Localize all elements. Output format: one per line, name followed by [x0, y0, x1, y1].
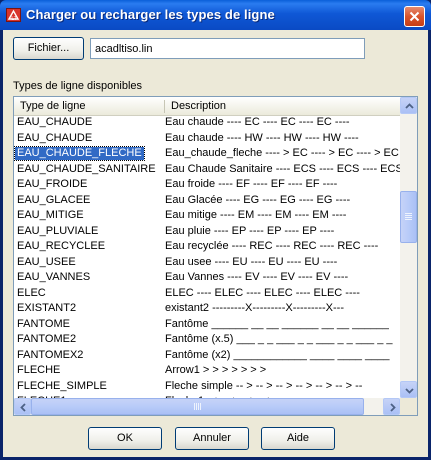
linetype-name: FANTOME	[17, 317, 70, 330]
vertical-scrollbar[interactable]	[400, 97, 417, 398]
linetype-name: EXISTANT2	[17, 302, 77, 314]
scroll-corner	[400, 398, 417, 415]
vertical-scroll-thumb[interactable]	[400, 191, 417, 243]
list-row[interactable]: ELEC ELEC ---- ELEC ---- ELEC ---- ELEC -…	[14, 286, 400, 302]
list-row[interactable]: EAU_FROIDE Eau froide ---- EF ---- EF ---…	[14, 177, 400, 193]
list-row[interactable]: EAU_VANNES Eau Vannes ---- EV ---- EV ---…	[14, 270, 400, 286]
linetype-description: ELEC ---- ELEC ---- ELEC ---- ELEC ----	[165, 286, 360, 299]
linetype-description: Fleche simple -- > -- > -- > -- > -- > -…	[165, 379, 363, 392]
linetype-name: ELEC	[17, 286, 46, 299]
list-row[interactable]: EXISTANT2 existant2 ---------X---------X-…	[14, 301, 400, 317]
chevron-up-icon	[405, 103, 414, 109]
file-path-input[interactable]	[90, 38, 365, 59]
linetype-description: Eau mitige ---- EM ---- EM ---- EM ----	[165, 209, 347, 221]
linetype-name: FLECHE_SIMPLE	[17, 379, 107, 392]
linetype-name: EAU_RECYCLEE	[17, 240, 106, 252]
close-icon	[409, 11, 420, 22]
cancel-button[interactable]: Annuler	[175, 427, 249, 450]
list-row[interactable]: FANTOME2 Fantôme (x.5) ___ _ _ ___ _ _ __…	[14, 332, 400, 348]
list-row[interactable]: FLECHE Arrow1 > > > > > > >	[14, 363, 400, 379]
horizontal-scroll-thumb[interactable]	[31, 398, 364, 415]
scroll-down-button[interactable]	[400, 381, 417, 398]
list-row[interactable]: FLECHE_SIMPLE Fleche simple -- > -- > -- …	[14, 379, 400, 395]
chevron-left-icon	[20, 403, 26, 412]
horizontal-scrollbar[interactable]	[14, 398, 400, 415]
dialog-window: LT Charger ou recharger les types de lig…	[0, 0, 431, 460]
linetype-name: EAU_USEE	[17, 255, 76, 268]
list-row[interactable]: FANTOMEX2 Fantôme (x2) ____________ ____ …	[14, 348, 400, 364]
chevron-down-icon	[405, 388, 414, 394]
window-title: Charger ou recharger les types de ligne	[26, 7, 275, 22]
linetype-name: EAU_GLACEE	[17, 193, 91, 206]
list-header: Type de ligne Description	[14, 97, 400, 116]
column-header-description[interactable]: Description	[165, 97, 400, 115]
scroll-right-button[interactable]	[383, 398, 400, 415]
linetype-description: Fantôme (x2) ____________ ____ ____ ____	[165, 348, 390, 361]
svg-text:LT: LT	[11, 16, 16, 22]
linetype-name: EAU_MITIGE	[17, 209, 84, 221]
scroll-up-button[interactable]	[400, 97, 417, 114]
linetype-description: Eau usee ---- EU ---- EU ---- EU ----	[165, 255, 338, 268]
linetype-description: Arrow1 > > > > > > >	[165, 364, 267, 376]
app-icon: LT	[6, 8, 21, 22]
linetype-description: Fantôme ______ __ __ ______ __ __ ______	[165, 317, 389, 330]
list-row[interactable]: FANTOME Fantôme ______ __ __ ______ __ __…	[14, 317, 400, 333]
help-button[interactable]: Aide	[261, 427, 335, 450]
dialog-body: Fichier... Types de ligne disponibles Ty…	[3, 30, 428, 457]
list-row[interactable]: EAU_PLUVIALE Eau pluie ---- EP ---- EP --…	[14, 224, 400, 240]
linetype-description: existant2 ---------X---------X---------X…	[165, 302, 344, 314]
list-row[interactable]: EAU_CHAUDE Eau chaude ---- EC ---- EC ---…	[14, 115, 400, 131]
list-label: Types de ligne disponibles	[13, 80, 143, 92]
column-header-linetype[interactable]: Type de ligne	[14, 97, 164, 115]
linetype-name: EAU_CHAUDE	[17, 131, 93, 144]
linetype-description: Eau chaude ---- EC ---- EC ---- EC ----	[165, 116, 350, 128]
linetype-name: EAU_FROIDE	[17, 178, 88, 190]
linetype-name: EAU_PLUVIALE	[17, 224, 99, 237]
list-row[interactable]: EAU_CHAUDE_SANITAIRE Eau Chaude Sanitaire…	[14, 162, 403, 178]
linetype-list[interactable]: Type de ligne Description EAU_CHAUDE Eau …	[13, 96, 418, 416]
linetype-name: EAU_VANNES	[17, 271, 91, 283]
linetype-description: Eau Vannes ---- EV ---- EV ---- EV ----	[165, 271, 349, 283]
linetype-name: FANTOMEX2	[17, 348, 84, 361]
list-row[interactable]: EAU_USEE Eau usee ---- EU ---- EU ---- EU…	[14, 255, 400, 271]
linetype-description: Eau_chaude_fleche ---- > EC ---- > EC --…	[165, 147, 399, 159]
linetype-description: Eau froide ---- EF ---- EF ---- EF ----	[165, 178, 338, 190]
linetype-description: Eau pluie ---- EP ---- EP ---- EP ----	[165, 224, 335, 237]
list-rows: EAU_CHAUDE Eau chaude ---- EC ---- EC ---…	[14, 115, 417, 415]
list-row[interactable]: EAU_CHAUDE Eau chaude ---- HW ---- HW ---…	[14, 131, 400, 147]
linetype-description: Eau chaude ---- HW ---- HW ---- HW ----	[165, 131, 359, 144]
linetype-description: Eau Glacée ---- EG ---- EG ---- EG ----	[165, 193, 351, 206]
close-button[interactable]	[404, 6, 425, 27]
title-bar[interactable]: LT Charger ou recharger les types de lig…	[0, 0, 431, 30]
list-row[interactable]: EAU_MITIGE Eau mitige ---- EM ---- EM ---…	[14, 208, 400, 224]
ok-button[interactable]: OK	[88, 427, 162, 450]
scroll-left-button[interactable]	[14, 398, 31, 415]
chevron-right-icon	[390, 403, 396, 412]
linetype-name: FLECHE	[17, 364, 61, 376]
file-button[interactable]: Fichier...	[13, 37, 84, 60]
list-row[interactable]: EAU_CHAUDE_FLECHE Eau_chaude_fleche ---- …	[14, 146, 400, 162]
linetype-name: EAU_CHAUDE_SANITAIRE	[17, 162, 156, 175]
linetype-name: FANTOME2	[17, 333, 77, 345]
linetype-name: EAU_CHAUDE	[17, 116, 93, 128]
linetype-description: Eau recyclée ---- REC ---- REC ---- REC …	[165, 240, 379, 252]
linetype-description: Eau Chaude Sanitaire ---- ECS ---- ECS -…	[165, 162, 403, 175]
linetype-description: Fantôme (x.5) ___ _ _ ___ _ _ ___ _ _ __…	[165, 333, 393, 345]
linetype-name: EAU_CHAUDE_FLECHE	[14, 146, 145, 161]
list-row[interactable]: EAU_RECYCLEE Eau recyclée ---- REC ---- R…	[14, 239, 400, 255]
list-row[interactable]: EAU_GLACEE Eau Glacée ---- EG ---- EG ---…	[14, 193, 400, 209]
